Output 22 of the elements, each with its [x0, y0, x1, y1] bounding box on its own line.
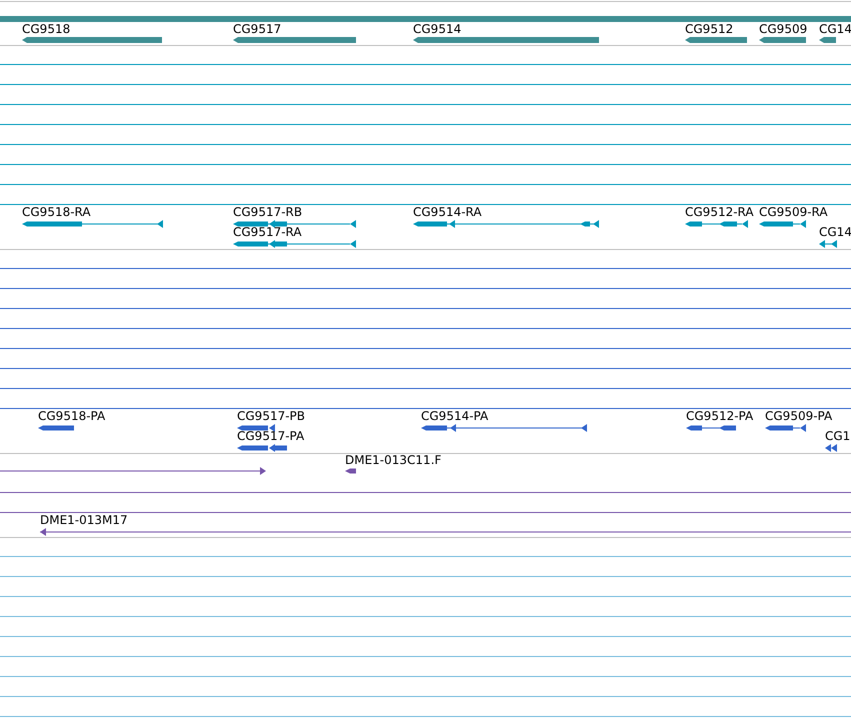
transcript-label: CG9509-RA — [759, 205, 828, 219]
protein-label: CG9517-PB — [237, 409, 306, 423]
protein-label: CG1 — [825, 429, 850, 443]
gene-label: CG9518 — [22, 22, 70, 36]
clone-label: DME1-013M17 — [40, 513, 128, 527]
transcript-label: CG9517-RA — [233, 225, 302, 239]
protein-label: CG9518-PA — [38, 409, 106, 423]
protein-label: CG9509-PA — [765, 409, 832, 423]
clone-label: DME1-013C11.F — [345, 453, 442, 467]
gene-label: CG9512 — [685, 22, 734, 36]
gene-label: CG9509 — [759, 22, 808, 36]
transcript-label: CG14 — [819, 225, 851, 239]
transcript-label: CG9512-RA — [685, 205, 754, 219]
gene-label: CG9517 — [233, 22, 282, 36]
transcript-label: CG9518-RA — [22, 205, 91, 219]
protein-label: CG9514-PA — [421, 409, 488, 423]
protein-label: CG9512-PA — [686, 409, 754, 423]
transcript-label: CG9514-RA — [413, 205, 482, 219]
protein-label: CG9517-PA — [237, 429, 304, 443]
gene-label: CG14 — [819, 22, 851, 36]
transcript-label: CG9517-RB — [233, 205, 302, 219]
gene-label: CG9514 — [413, 22, 462, 36]
